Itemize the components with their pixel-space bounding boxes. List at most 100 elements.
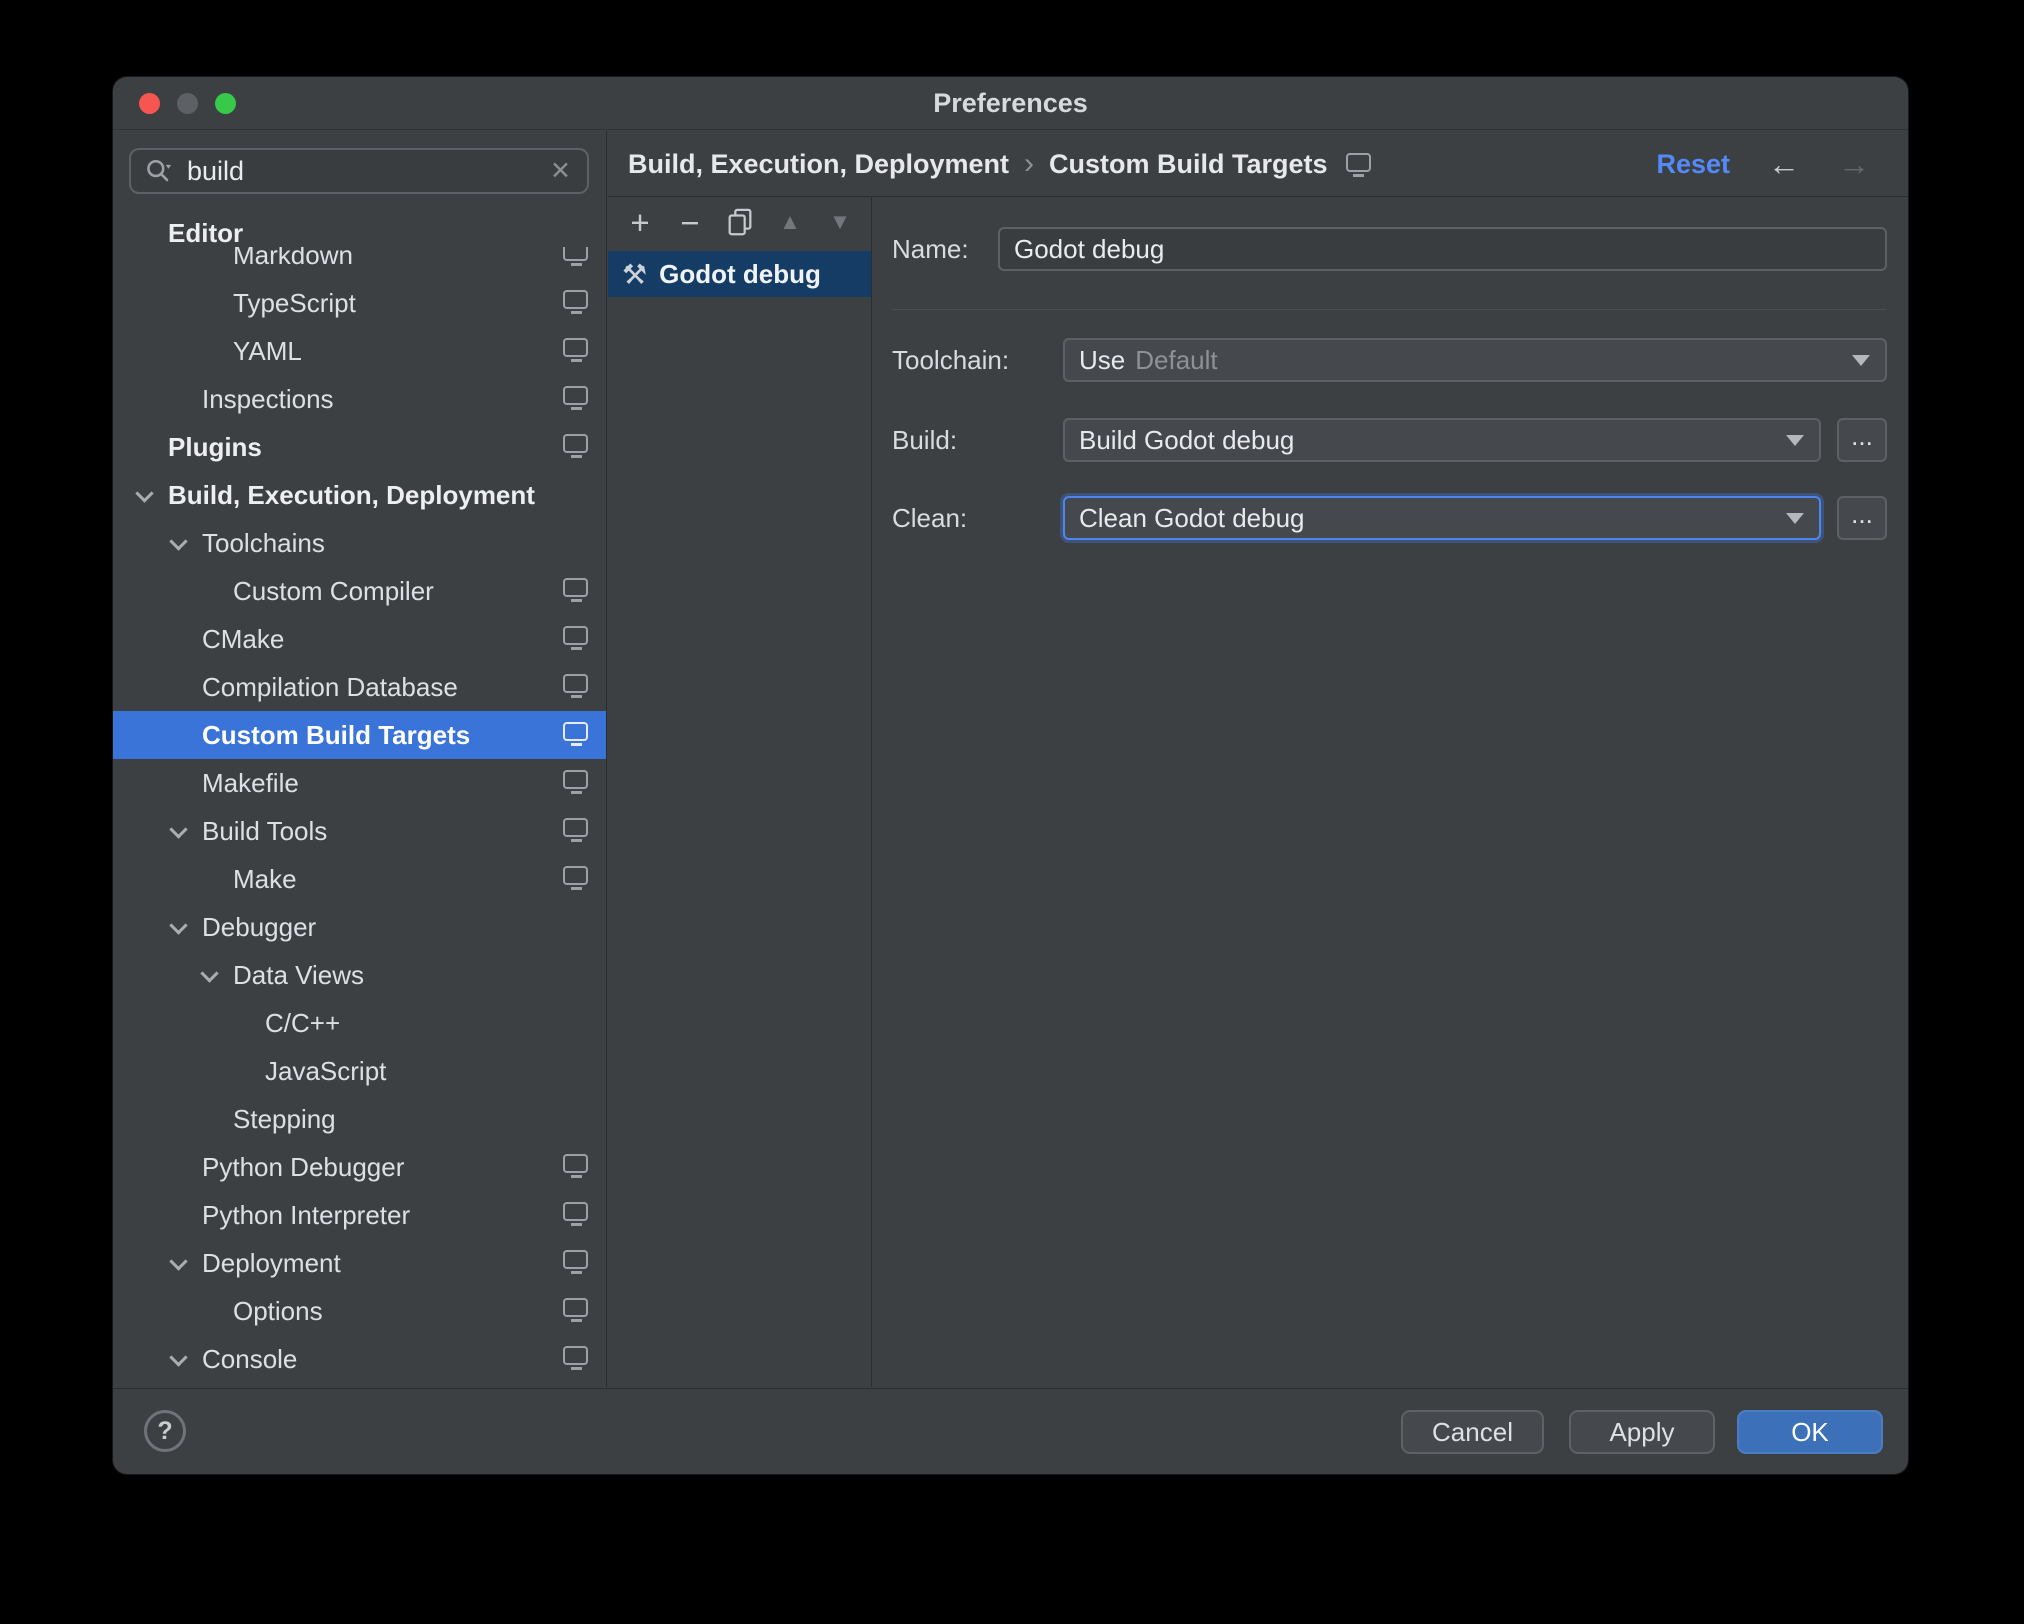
target-settings-form: Name: Toolchain: Use Default Build: Buil…: [873, 197, 1908, 1387]
sidebar-item-make[interactable]: Make: [113, 855, 606, 903]
chevron-down-icon[interactable]: [169, 820, 188, 839]
sidebar-item-label: Custom Build Targets: [202, 720, 471, 750]
ok-button[interactable]: OK: [1737, 1410, 1883, 1454]
build-select[interactable]: Build Godot debug: [1063, 418, 1821, 462]
chevron-down-icon[interactable]: [135, 484, 154, 503]
sidebar-item-console[interactable]: Console: [113, 1335, 606, 1383]
monitor-icon: [563, 626, 588, 650]
monitor-icon: [563, 722, 588, 746]
sidebar-item-label: Python Debugger: [202, 1152, 405, 1182]
form-separator: [892, 309, 1886, 310]
copy-icon[interactable]: [718, 200, 762, 244]
hammer-wrench-icon: ⚒: [622, 258, 648, 290]
name-label: Name:: [892, 234, 969, 264]
sidebar-item-data-views[interactable]: Data Views: [113, 951, 606, 999]
sidebar-item-c-c[interactable]: C/C++: [113, 999, 606, 1047]
monitor-icon: [563, 386, 588, 410]
cancel-button[interactable]: Cancel: [1401, 1410, 1544, 1454]
sidebar-item-inspections[interactable]: Inspections: [113, 375, 606, 423]
monitor-icon: [563, 578, 588, 602]
close-button[interactable]: [139, 93, 160, 114]
monitor-icon: [563, 770, 588, 794]
target-list: ⚒ Godot debug: [608, 251, 871, 297]
chevron-down-icon: [1786, 513, 1804, 524]
sidebar-item-custom-compiler[interactable]: Custom Compiler: [113, 567, 606, 615]
search-box[interactable]: ✕: [129, 148, 589, 194]
target-list-item-label: Godot debug: [659, 258, 821, 289]
sidebar-item-label: JavaScript: [265, 1056, 387, 1086]
sidebar-item-custom-build-targets[interactable]: Custom Build Targets: [113, 711, 606, 759]
sidebar-item-label: YAML: [233, 336, 302, 366]
minimize-button[interactable]: [177, 93, 198, 114]
sidebar-item-yaml[interactable]: YAML: [113, 327, 606, 375]
dialog-footer: ? Cancel Apply OK: [113, 1388, 1908, 1474]
target-list-toolbar: + − ▲ ▼: [608, 197, 871, 247]
sidebar-sticky-header-editor[interactable]: Editor: [113, 197, 606, 248]
back-arrow-icon[interactable]: ←: [1768, 148, 1800, 180]
chevron-down-icon[interactable]: [169, 1252, 188, 1271]
search-input[interactable]: [185, 154, 547, 188]
sidebar-item-build-execution-deployment[interactable]: Build, Execution, Deployment: [113, 471, 606, 519]
chevron-down-icon[interactable]: [169, 1348, 188, 1367]
add-icon[interactable]: +: [618, 200, 662, 244]
window-title: Preferences: [933, 88, 1088, 118]
chevron-down-icon: [1786, 435, 1804, 446]
titlebar[interactable]: Preferences: [113, 77, 1908, 130]
monitor-icon: [563, 1346, 588, 1370]
sidebar-item-label: Editor: [168, 218, 244, 248]
sidebar-item-stepping[interactable]: Stepping: [113, 1095, 606, 1143]
sidebar-item-compilation-database[interactable]: Compilation Database: [113, 663, 606, 711]
reset-link[interactable]: Reset: [1656, 149, 1730, 180]
sidebar-item-cmake[interactable]: CMake: [113, 615, 606, 663]
target-list-item-godot-debug[interactable]: ⚒ Godot debug: [608, 251, 871, 297]
sidebar-item-label: C/C++: [265, 1008, 341, 1038]
sidebar-item-label: Plugins: [168, 432, 262, 462]
chevron-down-icon[interactable]: [169, 532, 188, 551]
sidebar-item-label: Build, Execution, Deployment: [168, 480, 535, 510]
move-down-icon[interactable]: ▼: [818, 200, 862, 244]
sidebar-item-label: Stepping: [233, 1104, 336, 1134]
sidebar-item-options[interactable]: Options: [113, 1287, 606, 1335]
sidebar-item-toolchains[interactable]: Toolchains: [113, 519, 606, 567]
toolchain-select[interactable]: Use Default: [1063, 338, 1887, 382]
chevron-down-icon[interactable]: [169, 916, 188, 935]
sidebar-item-label: Build Tools: [202, 816, 328, 846]
sidebar-item-makefile[interactable]: Makefile: [113, 759, 606, 807]
forward-arrow-icon[interactable]: →: [1838, 148, 1870, 180]
sidebar-item-label: CMake: [202, 624, 285, 654]
clean-more-button[interactable]: ...: [1837, 496, 1887, 540]
build-more-button[interactable]: ...: [1837, 418, 1887, 462]
clean-select[interactable]: Clean Godot debug: [1063, 496, 1821, 540]
sidebar-item-deployment[interactable]: Deployment: [113, 1239, 606, 1287]
sidebar-item-plugins[interactable]: Plugins: [113, 423, 606, 471]
toolchain-default-text: Default: [1135, 344, 1218, 375]
apply-button[interactable]: Apply: [1569, 1410, 1715, 1454]
monitor-icon: [563, 1154, 588, 1178]
breadcrumb-parent[interactable]: Build, Execution, Deployment: [628, 149, 1009, 180]
breadcrumb: Build, Execution, Deployment › Custom Bu…: [628, 131, 1371, 197]
help-button[interactable]: ?: [144, 1410, 186, 1452]
monitor-icon: [563, 1202, 588, 1226]
sidebar-item-label: Toolchains: [202, 528, 325, 558]
monitor-icon: [563, 818, 588, 842]
move-up-icon[interactable]: ▲: [768, 200, 812, 244]
sidebar-item-python-interpreter[interactable]: Python Interpreter: [113, 1191, 606, 1239]
chevron-down-icon[interactable]: [200, 964, 219, 983]
toolchain-use-text: Use: [1079, 344, 1126, 375]
clear-search-icon[interactable]: ✕: [546, 156, 575, 186]
sidebar-item-javascript[interactable]: JavaScript: [113, 1047, 606, 1095]
chevron-down-icon: [1852, 355, 1870, 366]
search-icon: [143, 155, 175, 187]
sidebar-item-debugger[interactable]: Debugger: [113, 903, 606, 951]
header-actions: Reset ← →: [1656, 131, 1870, 197]
remove-icon[interactable]: −: [668, 200, 712, 244]
sidebar-item-label: Deployment: [202, 1248, 341, 1278]
zoom-button[interactable]: [215, 93, 236, 114]
sidebar-item-build-tools[interactable]: Build Tools: [113, 807, 606, 855]
name-input[interactable]: [998, 227, 1887, 271]
breadcrumb-current[interactable]: Custom Build Targets: [1049, 149, 1328, 180]
sidebar-item-typescript[interactable]: TypeScript: [113, 279, 606, 327]
sidebar-item-label: TypeScript: [233, 288, 356, 318]
settings-sidebar: ✕ MarkdownTypeScriptYAMLInspectionsPlugi…: [113, 131, 607, 1387]
sidebar-item-python-debugger[interactable]: Python Debugger: [113, 1143, 606, 1191]
